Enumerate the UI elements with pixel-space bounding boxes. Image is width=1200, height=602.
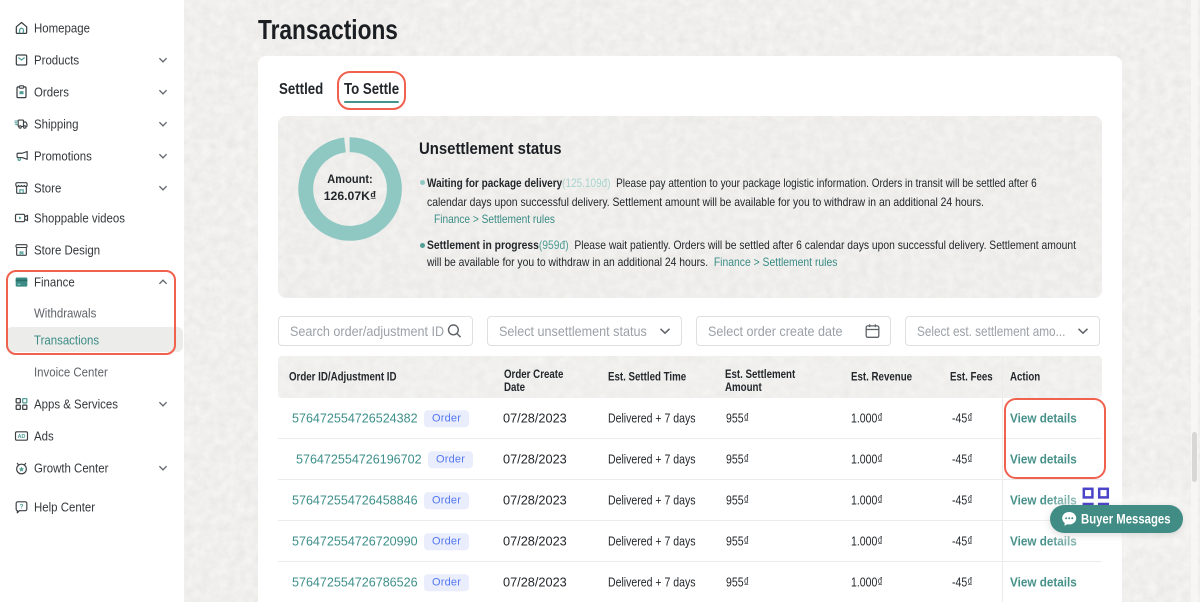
svg-text:?: ? [19, 503, 23, 510]
svg-text:AD: AD [18, 434, 26, 440]
